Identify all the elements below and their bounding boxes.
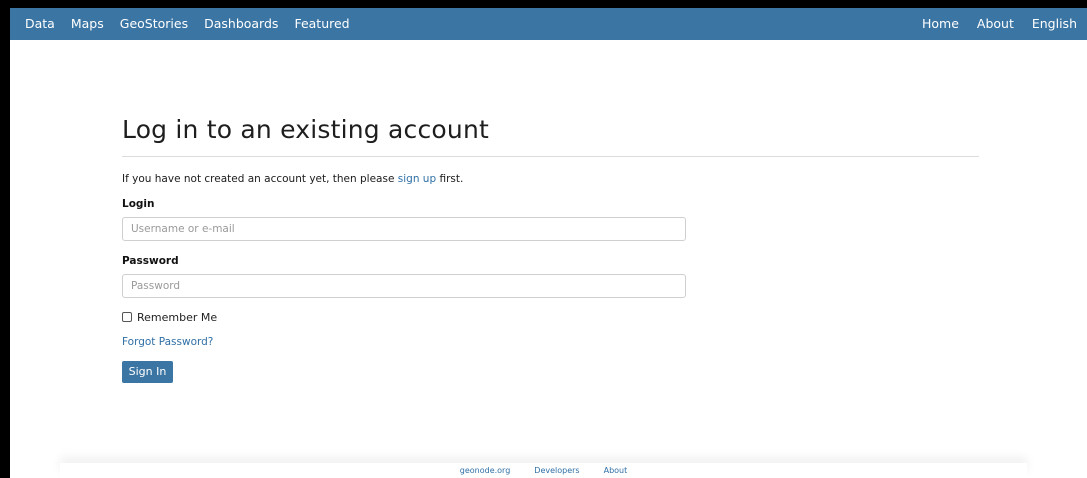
nav-item-featured[interactable]: Featured	[286, 8, 357, 40]
remember-me-row: Remember Me	[122, 311, 979, 324]
password-input[interactable]	[122, 273, 686, 298]
remember-me-label[interactable]: Remember Me	[137, 311, 217, 324]
page-title: Log in to an existing account	[122, 115, 490, 144]
language-selector[interactable]: English	[1023, 8, 1087, 40]
navbar-left-menu: Data Maps GeoStories Dashboards Featured	[10, 8, 358, 40]
forgot-password-link[interactable]: Forgot Password?	[122, 336, 213, 348]
login-input[interactable]	[122, 216, 686, 241]
login-label: Login	[122, 197, 155, 210]
nav-item-dashboards[interactable]: Dashboards	[196, 8, 286, 40]
remember-me-checkbox[interactable]	[122, 312, 132, 322]
page: Data Maps GeoStories Dashboards Featured…	[0, 0, 1087, 478]
footer-link-about[interactable]: About	[604, 466, 628, 475]
nav-item-maps[interactable]: Maps	[63, 8, 112, 40]
footer-link-developers[interactable]: Developers	[534, 466, 579, 475]
nav-item-data[interactable]: Data	[10, 8, 63, 40]
footer-link-geonode[interactable]: geonode.org	[460, 466, 511, 475]
signup-prompt-text-before: If you have not created an account yet, …	[122, 173, 398, 185]
navbar-right-menu: Home About English	[913, 8, 1087, 40]
password-label: Password	[122, 254, 179, 267]
nav-item-about[interactable]: About	[968, 8, 1023, 40]
top-navbar: Data Maps GeoStories Dashboards Featured…	[10, 8, 1087, 40]
sign-in-button[interactable]: Sign In	[122, 360, 173, 383]
signup-prompt: If you have not created an account yet, …	[122, 172, 979, 186]
nav-item-home[interactable]: Home	[913, 8, 968, 40]
signup-prompt-text-after: first.	[436, 173, 464, 185]
nav-item-geostories[interactable]: GeoStories	[112, 8, 196, 40]
window-frame-left	[0, 0, 10, 478]
sign-up-link[interactable]: sign up	[398, 173, 436, 185]
page-footer: geonode.org Developers About	[60, 463, 1027, 478]
title-divider	[122, 156, 979, 157]
window-frame-top	[0, 0, 1087, 8]
login-form-container: Log in to an existing account If you hav…	[122, 110, 979, 383]
